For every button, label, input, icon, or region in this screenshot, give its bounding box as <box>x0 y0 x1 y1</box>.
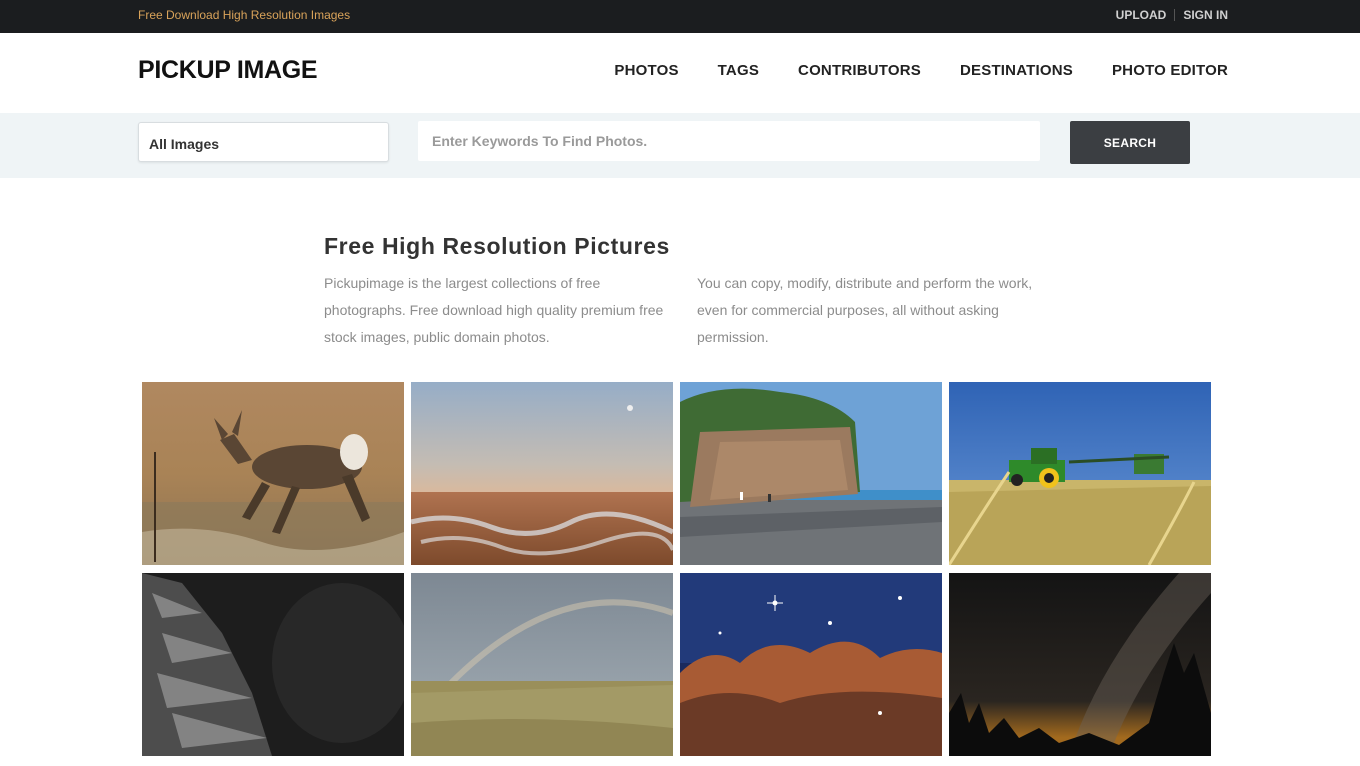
site-header: PICKUP IMAGE PHOTOS TAGS CONTRIBUTORS DE… <box>0 33 1360 113</box>
photo-rainbow-prairie[interactable] <box>411 573 673 756</box>
site-logo[interactable]: PICKUP IMAGE <box>138 56 318 85</box>
photo-coastal-cliff-image <box>680 382 942 565</box>
photo-grid <box>142 382 1212 756</box>
search-button[interactable]: SEARCH <box>1070 121 1190 164</box>
photo-coastal-cliff[interactable] <box>680 382 942 565</box>
photo-dark-tree[interactable] <box>142 573 404 756</box>
photo-nebula-image <box>680 573 942 756</box>
photo-desert-plains-image <box>411 382 673 565</box>
photo-dark-tree-image <box>142 573 404 756</box>
top-bar: Free Download High Resolution Images UPL… <box>0 0 1360 33</box>
intro-text-right: You can copy, modify, distribute and per… <box>697 275 1033 345</box>
photo-milky-way[interactable] <box>949 573 1211 756</box>
nav-photo-editor[interactable]: PHOTO EDITOR <box>1112 62 1228 79</box>
sign-in-link[interactable]: SIGN IN <box>1183 8 1228 22</box>
search-input[interactable] <box>418 121 1040 161</box>
category-select-value: All Images <box>149 136 220 152</box>
upload-link[interactable]: UPLOAD <box>1116 8 1167 22</box>
photo-milky-way-image <box>949 573 1211 756</box>
account-links: UPLOAD SIGN IN <box>1116 8 1228 22</box>
intro-text-left: Pickupimage is the largest collections o… <box>324 275 664 345</box>
link-divider <box>1174 9 1176 21</box>
photo-deer[interactable] <box>142 382 404 565</box>
nav-tags[interactable]: TAGS <box>718 62 759 79</box>
nav-contributors[interactable]: CONTRIBUTORS <box>798 62 921 79</box>
main-nav: PHOTOS TAGS CONTRIBUTORS DESTINATIONS PH… <box>575 62 1228 79</box>
search-bar: All Images SEARCH <box>0 113 1360 178</box>
nav-destinations[interactable]: DESTINATIONS <box>960 62 1073 79</box>
photo-nebula[interactable] <box>680 573 942 756</box>
photo-deer-image <box>142 382 404 565</box>
photo-rainbow-prairie-image <box>411 573 673 756</box>
category-select[interactable]: All Images <box>138 122 389 162</box>
site-tagline: Free Download High Resolution Images <box>138 8 351 22</box>
photo-desert-plains[interactable] <box>411 382 673 565</box>
page-title: Free High Resolution Pictures <box>324 233 670 259</box>
photo-tractor-field-image <box>949 382 1211 565</box>
photo-tractor-field[interactable] <box>949 382 1211 565</box>
nav-photos[interactable]: PHOTOS <box>614 62 678 79</box>
